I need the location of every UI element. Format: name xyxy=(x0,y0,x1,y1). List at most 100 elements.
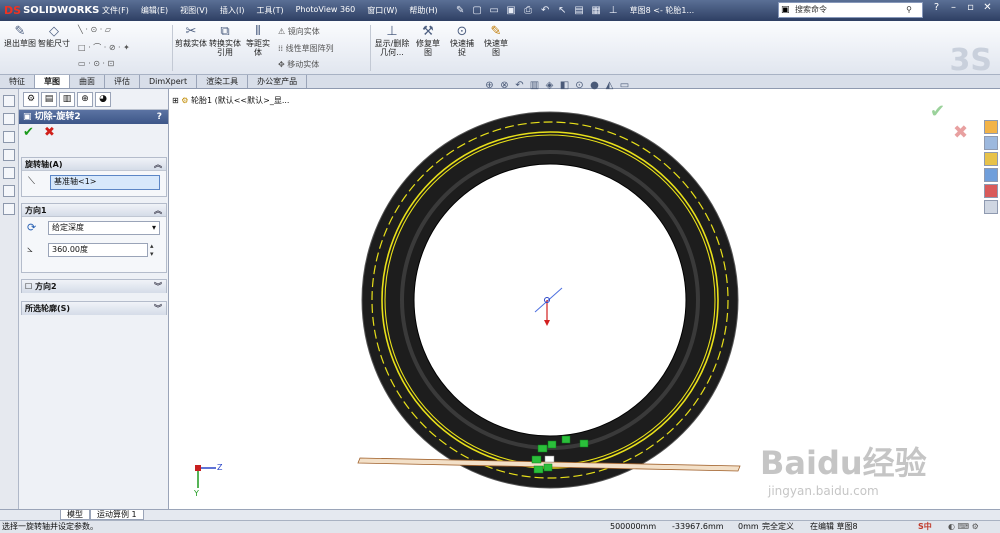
open-icon[interactable]: ▭ xyxy=(486,5,503,16)
close-icon[interactable]: ✕ xyxy=(979,2,996,13)
repair-sketch-button[interactable]: ⚒ 修复草图 xyxy=(413,25,443,58)
print-icon[interactable]: ⎙ xyxy=(520,5,537,16)
smart-dimension-button[interactable]: ◇ 智能尺寸 xyxy=(38,25,70,49)
offset-entities-button[interactable]: ⫴ 等距实体 xyxy=(243,25,273,58)
status-message: 选择一旋转轴并设定参数。 xyxy=(2,522,98,531)
configuration-manager-icon[interactable]: ▥ xyxy=(59,92,75,107)
resources-icon[interactable] xyxy=(984,136,998,150)
tray-icons[interactable]: ◐ ⌨ ⚙ xyxy=(948,521,979,533)
tab-surfaces[interactable]: 曲面 xyxy=(70,75,105,88)
selected-contours-header[interactable]: 所选轮廓(S) ︾ xyxy=(22,302,166,315)
tab-render-tools[interactable]: 渲染工具 xyxy=(197,75,249,88)
tab-evaluate[interactable]: 评估 xyxy=(105,75,140,88)
rapid-sketch-button[interactable]: ✎ 快速草图 xyxy=(481,25,511,58)
relation-icon[interactable] xyxy=(533,465,544,474)
tool-icon[interactable] xyxy=(3,203,15,215)
ime-icon[interactable]: S中 xyxy=(918,521,932,533)
rectangle-tool-icon[interactable]: □ · ⌒ · ⊘ · ✦ xyxy=(78,42,130,53)
confirm-x-icon[interactable]: ✖ xyxy=(953,122,968,143)
direction1-group-header[interactable]: 方向1 ︽ xyxy=(22,204,166,217)
menu-help[interactable]: 帮助(H) xyxy=(403,5,443,16)
direction2-checkbox[interactable]: ☐ xyxy=(25,282,32,291)
quick-snaps-button[interactable]: ⊙ 快速捕捉 xyxy=(447,25,477,58)
editing-state: 在编辑 草图8 xyxy=(810,522,858,531)
property-manager-icon[interactable]: ▤ xyxy=(41,92,57,107)
tool-icon[interactable] xyxy=(3,149,15,161)
menu-file[interactable]: 文件(F) xyxy=(96,5,135,16)
menu-view[interactable]: 视图(V) xyxy=(174,5,214,16)
new-icon[interactable]: ▢ xyxy=(469,5,486,16)
pin-icon[interactable]: ✎ xyxy=(452,5,469,16)
select-icon[interactable]: ↖ xyxy=(554,5,571,16)
axis-selection-field[interactable]: 基准轴<1> xyxy=(50,175,160,190)
linear-pattern-button[interactable]: ⁞⁞ 线性草图阵列 xyxy=(278,43,334,54)
angle-spinner[interactable]: ▴ ▾ xyxy=(150,242,154,258)
ok-check-icon[interactable]: ✔ xyxy=(23,125,34,140)
minimize-icon[interactable]: – xyxy=(945,2,962,13)
tab-features[interactable]: 特征 xyxy=(0,75,35,88)
menu-window[interactable]: 窗口(W) xyxy=(361,5,403,16)
save-icon[interactable]: ▣ xyxy=(503,5,520,16)
expand-icon[interactable]: ︾ xyxy=(154,280,162,293)
home-icon[interactable] xyxy=(984,120,998,134)
custom-props-icon[interactable] xyxy=(984,200,998,214)
direction2-group-header[interactable]: ☐ 方向2 ︾ xyxy=(22,280,166,293)
display-manager-icon[interactable]: ◕ xyxy=(95,92,111,107)
exit-sketch-button[interactable]: ✎ 退出草图 xyxy=(4,25,36,49)
collapse-icon[interactable]: ︽ xyxy=(154,158,162,171)
tool-icon[interactable] xyxy=(3,167,15,179)
collapse-icon[interactable]: ︽ xyxy=(154,204,162,217)
sketch-icon[interactable]: ⊥ xyxy=(605,5,622,16)
tool-icon[interactable] xyxy=(3,185,15,197)
help-icon[interactable]: ? xyxy=(928,2,945,13)
menu-edit[interactable]: 编辑(E) xyxy=(135,5,174,16)
convert-entities-button[interactable]: ⧉ 转换实体引用 xyxy=(209,25,241,58)
relation-icon[interactable] xyxy=(561,435,571,444)
tab-model[interactable]: 模型 xyxy=(60,510,90,520)
display-delete-relations-button[interactable]: ⊥ 显示/删除几何... xyxy=(373,25,411,58)
axis-group-header[interactable]: 旋转轴(A) ︽ xyxy=(22,158,166,171)
dimxpert-manager-icon[interactable]: ⊕ xyxy=(77,92,93,107)
expand-icon[interactable]: ︾ xyxy=(154,302,162,315)
end-condition-select[interactable]: 给定深度 ▾ xyxy=(48,221,160,235)
menu-insert[interactable]: 插入(I) xyxy=(214,5,251,16)
menu-tools[interactable]: 工具(T) xyxy=(250,5,289,16)
undo-icon[interactable]: ↶ xyxy=(537,5,554,16)
help-button[interactable]: ? xyxy=(157,110,162,124)
appearances-icon[interactable] xyxy=(984,184,998,198)
tab-dimxpert[interactable]: DimXpert xyxy=(140,75,198,88)
restore-icon[interactable]: ▫ xyxy=(962,2,979,13)
move-entities-button[interactable]: ✥ 移动实体 xyxy=(278,59,319,70)
tool-icon[interactable] xyxy=(3,113,15,125)
tool-icon[interactable] xyxy=(3,131,15,143)
options-icon[interactable]: ▦ xyxy=(588,5,605,16)
line-tool-icon[interactable]: ╲ · ⊙ · ▱ xyxy=(78,25,111,34)
reverse-direction-icon[interactable]: ⟳ xyxy=(27,221,36,234)
slot-tool-icon[interactable]: ▭ · ⊙ · ⊡ xyxy=(78,59,114,68)
search-input[interactable]: ▣ 搜索命令 ⚲ xyxy=(778,2,923,18)
tab-sketch[interactable]: 草图 xyxy=(35,75,70,88)
separator xyxy=(172,25,173,71)
rebuild-icon[interactable]: ▤ xyxy=(571,5,588,16)
mirror-entities-button[interactable]: ⚠ 镜向实体 xyxy=(278,26,320,37)
feature-manager-icon[interactable]: ⚙ xyxy=(23,92,39,107)
relation-icon[interactable] xyxy=(537,444,548,453)
relation-icon[interactable] xyxy=(544,455,555,463)
library-icon[interactable] xyxy=(984,152,998,166)
relation-icon[interactable] xyxy=(531,455,542,464)
ds-logo-mark: DS xyxy=(4,4,22,17)
cancel-x-icon[interactable]: ✖ xyxy=(44,125,55,140)
relation-icon[interactable] xyxy=(579,439,589,448)
tab-motion-study[interactable]: 运动算例 1 xyxy=(90,510,144,520)
tool-icon[interactable] xyxy=(3,95,15,107)
relation-icon[interactable] xyxy=(547,440,557,449)
menu-photoview[interactable]: PhotoView 360 xyxy=(290,5,362,16)
angle-input[interactable]: 360.00度 xyxy=(48,243,148,257)
file-explorer-icon[interactable] xyxy=(984,168,998,182)
trim-entities-button[interactable]: ✂ 剪裁实体 xyxy=(175,24,207,49)
search-icon[interactable]: ⚲ xyxy=(906,3,912,17)
relation-icon[interactable] xyxy=(543,463,553,472)
trim-icon: ✂ xyxy=(185,24,197,39)
tab-office-products[interactable]: 办公室产品 xyxy=(248,75,308,88)
confirm-check-icon[interactable]: ✔ xyxy=(930,101,945,122)
